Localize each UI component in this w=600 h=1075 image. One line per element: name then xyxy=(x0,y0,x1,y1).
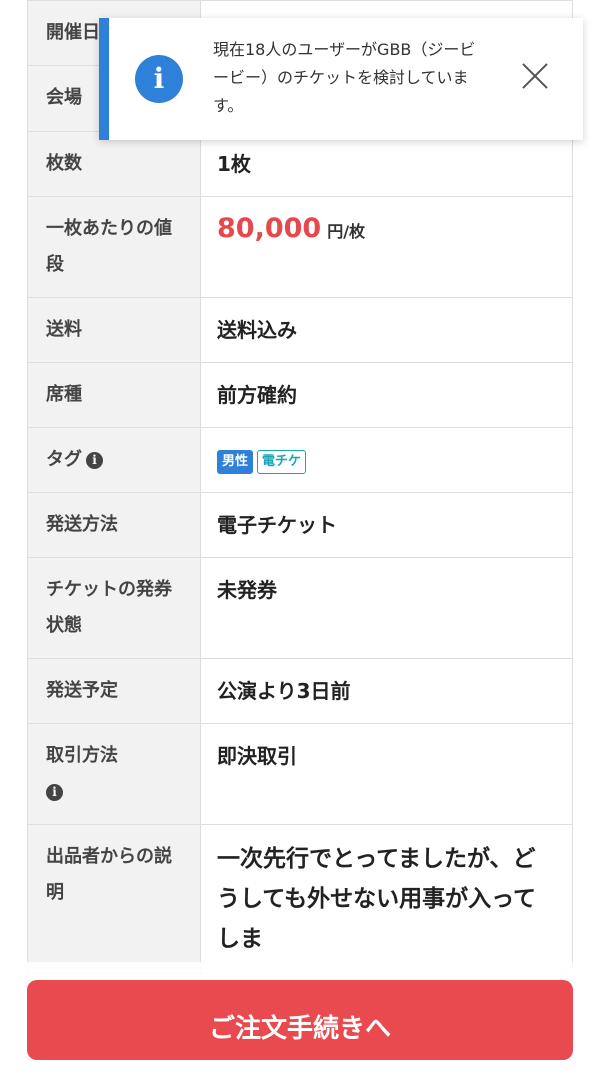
price-amount: 80,000 xyxy=(217,213,322,244)
tags-label-text: タグ xyxy=(46,449,82,470)
tag-badge-e-ticket: 電チケ xyxy=(257,449,307,474)
info-icon: i xyxy=(135,55,183,103)
row-label-seller-description: 出品者からの説明 xyxy=(27,824,201,974)
close-icon[interactable] xyxy=(517,58,553,94)
row-value-trade-method: 即決取引 xyxy=(200,723,573,825)
row-value-seller-description: 一次先行でとってましたが、どうしても外せない用事が入ってしま xyxy=(200,824,573,974)
table-row: チケットの発券状態 未発券 xyxy=(27,557,573,659)
tag-badge-male: 男性 xyxy=(217,449,254,474)
trade-method-label-text: 取引方法 xyxy=(46,745,118,766)
row-value-delivery-method: 電子チケット xyxy=(200,492,573,558)
info-icon[interactable]: i xyxy=(46,783,63,801)
row-value-shipping-fee: 送料込み xyxy=(200,297,573,363)
table-row: タグ i 男性 電チケ xyxy=(27,427,573,493)
notification-toast: i 現在18人のユーザーがGBB（ジービービー）のチケットを検討しています。 xyxy=(99,18,583,140)
row-value-quantity: 1枚 xyxy=(200,131,573,197)
table-row: 枚数 1枚 xyxy=(27,131,573,197)
info-icon[interactable]: i xyxy=(86,451,103,469)
row-label-unit-price: 一枚あたりの値段 xyxy=(27,196,201,298)
order-procedure-button[interactable]: ご注文手続きへ xyxy=(27,980,573,1060)
row-label-issue-status: チケットの発券状態 xyxy=(27,557,201,659)
ticket-details-table: 開催日 会場 枚数 1枚 一枚あたりの値段 80,000 円/枚 送料 送料込み … xyxy=(27,0,573,974)
row-value-unit-price: 80,000 円/枚 xyxy=(200,196,573,298)
row-label-tags: タグ i xyxy=(27,427,201,493)
row-label-seat-type: 席種 xyxy=(27,362,201,428)
row-value-seat-type: 前方確約 xyxy=(200,362,573,428)
table-row: 取引方法 i 即決取引 xyxy=(27,723,573,825)
row-label-delivery-method: 発送方法 xyxy=(27,492,201,558)
row-label-delivery-schedule: 発送予定 xyxy=(27,658,201,724)
table-row: 出品者からの説明 一次先行でとってましたが、どうしても外せない用事が入ってしま xyxy=(27,824,573,974)
price-unit: 円/枚 xyxy=(327,222,366,241)
toast-message: 現在18人のユーザーがGBB（ジービービー）のチケットを検討しています。 xyxy=(213,40,476,115)
table-row: 発送予定 公演より3日前 xyxy=(27,658,573,724)
row-label-shipping-fee: 送料 xyxy=(27,297,201,363)
table-row: 一枚あたりの値段 80,000 円/枚 xyxy=(27,196,573,298)
row-value-issue-status: 未発券 xyxy=(200,557,573,659)
table-row: 送料 送料込み xyxy=(27,297,573,363)
row-value-delivery-schedule: 公演より3日前 xyxy=(200,658,573,724)
table-row: 席種 前方確約 xyxy=(27,362,573,428)
row-value-tags: 男性 電チケ xyxy=(200,427,573,493)
row-label-trade-method: 取引方法 i xyxy=(27,723,201,825)
table-row: 発送方法 電子チケット xyxy=(27,492,573,558)
row-label-quantity: 枚数 xyxy=(27,131,201,197)
